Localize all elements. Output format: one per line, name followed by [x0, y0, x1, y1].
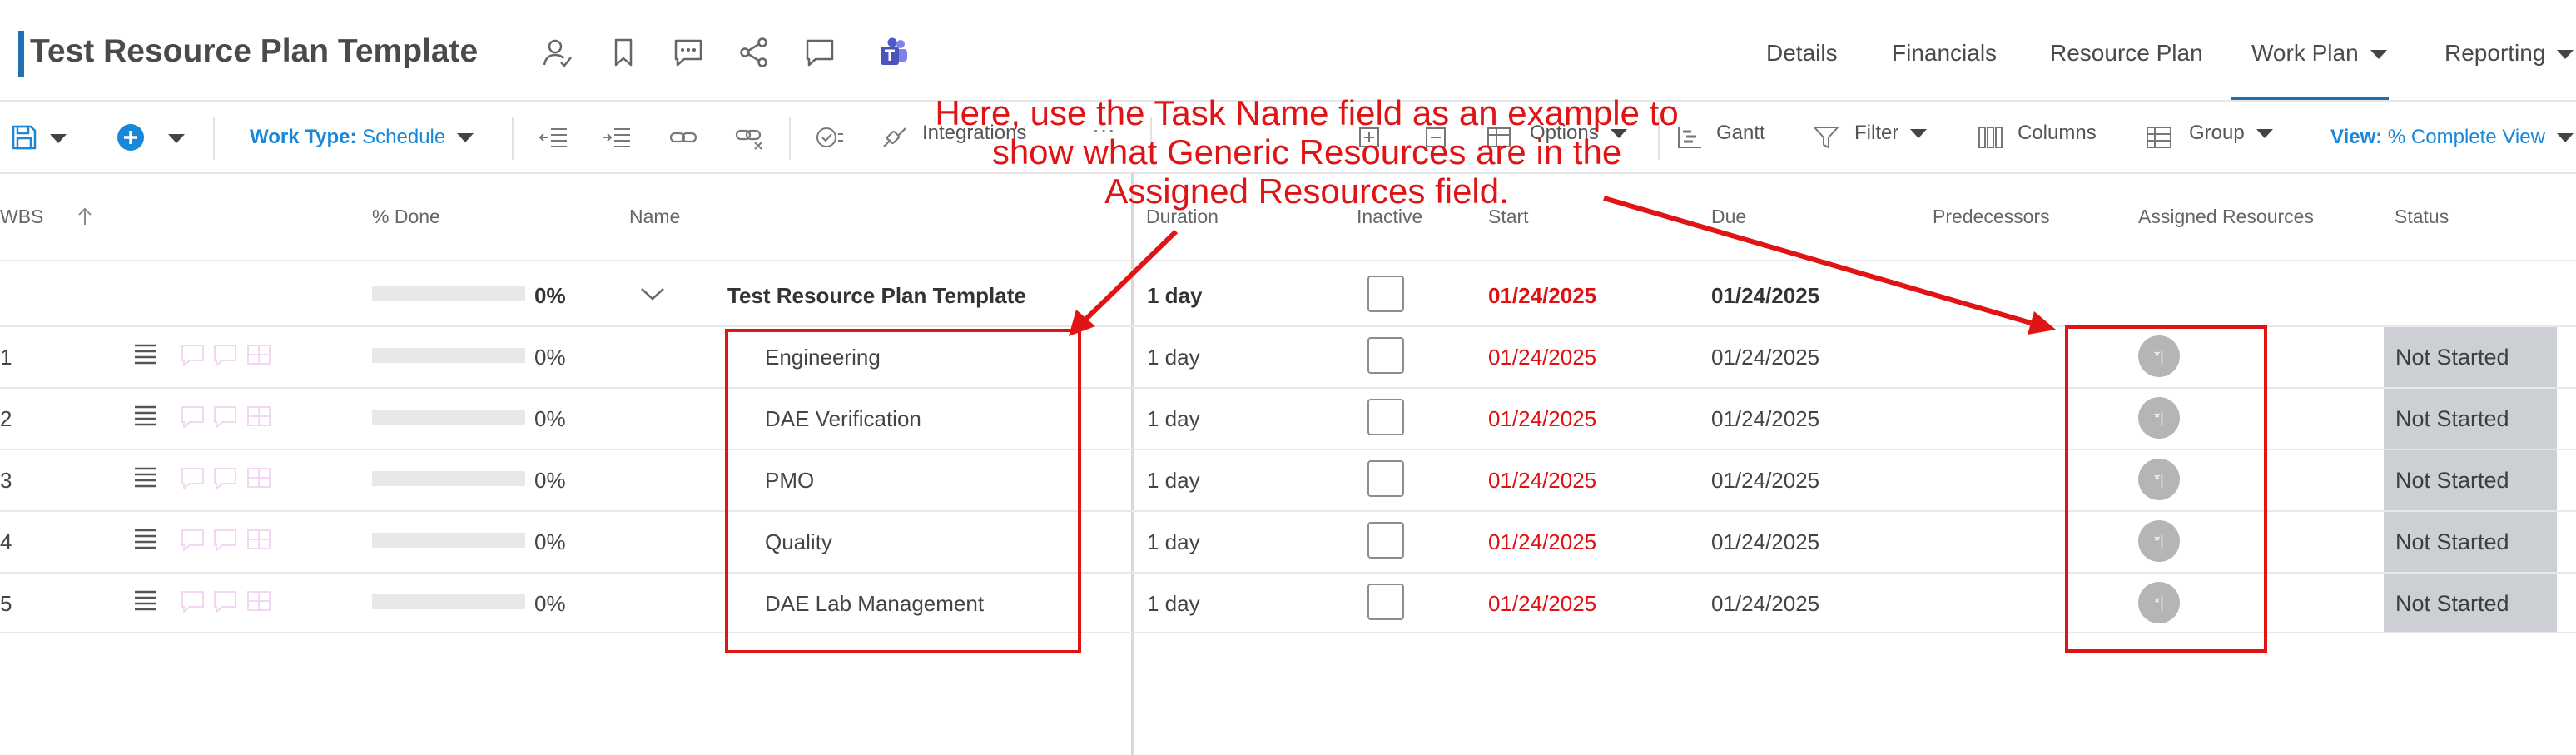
annotation-line-1: Here, use the Task Name field as an exam… — [935, 93, 1679, 132]
annotation-line-3: Assigned Resources field. — [1104, 171, 1509, 211]
annotation-callout: Here, use the Task Name field as an exam… — [866, 93, 1748, 211]
annotation-line-2: show what Generic Resources are in the — [991, 132, 1622, 171]
